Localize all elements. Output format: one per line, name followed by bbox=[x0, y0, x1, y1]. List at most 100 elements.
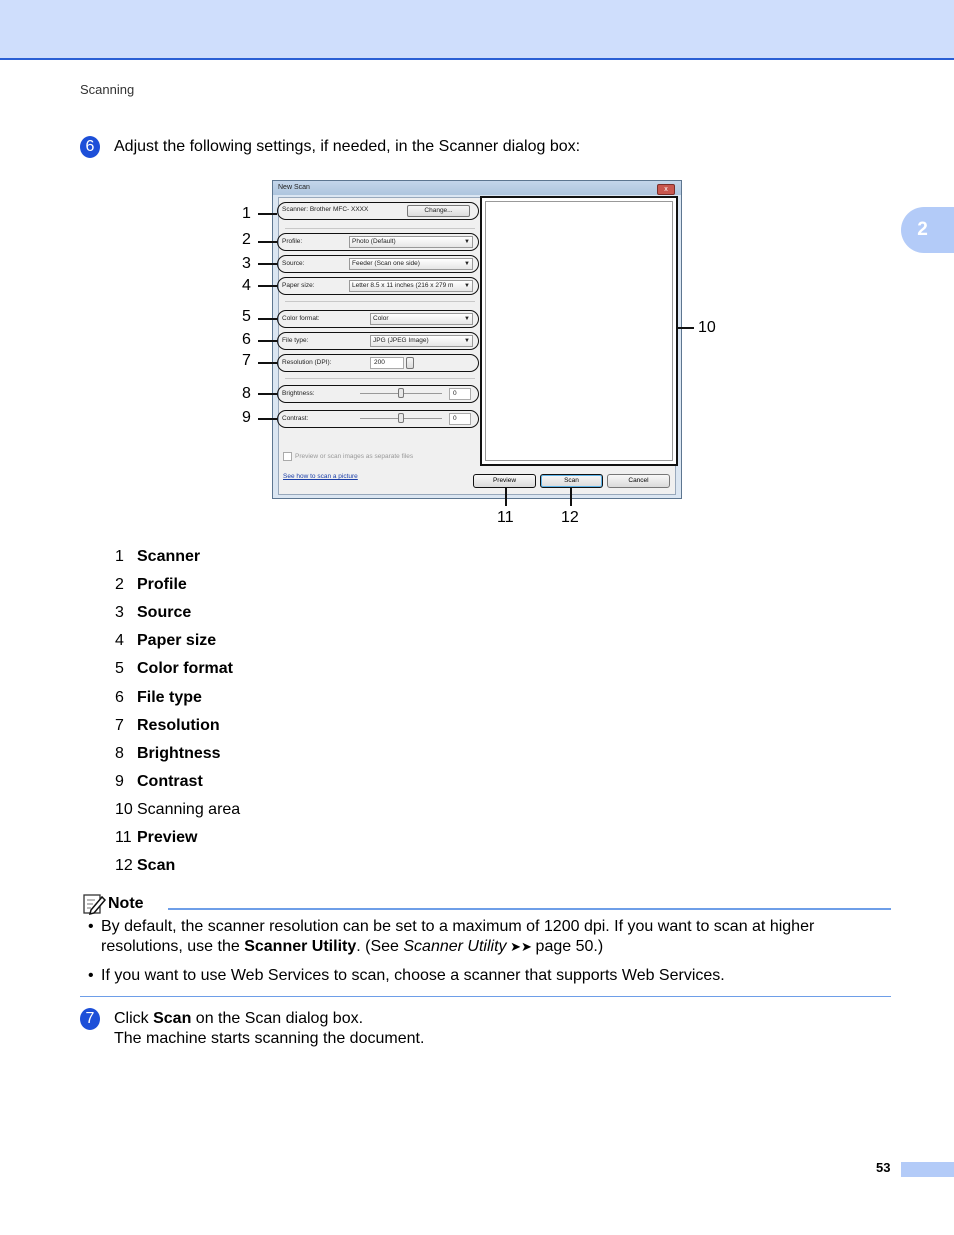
legend-item: 1 Scanner bbox=[115, 547, 200, 567]
callout-11: 11 bbox=[497, 509, 514, 526]
page-number-bar bbox=[901, 1162, 954, 1177]
header-bar bbox=[0, 0, 954, 60]
note-text: By default, the scanner resolution can b… bbox=[101, 918, 815, 935]
leader-line bbox=[258, 213, 277, 215]
legend-item: 8 Brightness bbox=[115, 744, 221, 764]
file-type-dropdown[interactable]: JPG (JPEG Image) ▼ bbox=[370, 335, 473, 347]
leader-line bbox=[258, 285, 277, 287]
contrast-slider-thumb[interactable] bbox=[398, 413, 404, 423]
color-format-value: Color bbox=[373, 315, 389, 322]
profile-label: Profile: bbox=[282, 238, 303, 245]
contrast-row: Contrast: 0 bbox=[277, 410, 479, 428]
note-bullet-2: If you want to use Web Services to scan,… bbox=[101, 967, 725, 984]
note-divider-bottom bbox=[80, 996, 891, 997]
note-header: Note bbox=[82, 892, 144, 916]
contrast-input[interactable]: 0 bbox=[449, 413, 471, 425]
step-6-text: Adjust the following settings, if needed… bbox=[114, 138, 581, 155]
legend-label: Profile bbox=[137, 576, 187, 594]
resolution-spinner[interactable] bbox=[406, 357, 414, 369]
legend-number: 1 bbox=[115, 548, 124, 565]
file-type-label: File type: bbox=[282, 337, 309, 344]
legend-item: 4 Paper size bbox=[115, 631, 216, 651]
leader-line bbox=[258, 318, 277, 320]
legend-item: 7 Resolution bbox=[115, 716, 220, 736]
legend-label: File type bbox=[137, 688, 202, 706]
paper-size-value: Letter 8.5 x 11 inches (216 x 279 m bbox=[352, 282, 454, 289]
note-text: page 50.) bbox=[535, 938, 604, 955]
profile-dropdown[interactable]: Photo (Default) ▼ bbox=[349, 236, 473, 248]
brightness-input[interactable]: 0 bbox=[449, 388, 471, 400]
bullet-glyph: • bbox=[88, 918, 94, 935]
callout-9: 9 bbox=[242, 409, 251, 426]
leader-line bbox=[258, 340, 277, 342]
legend-number: 6 bbox=[115, 688, 124, 706]
brightness-label: Brightness: bbox=[282, 390, 315, 397]
legend-item: 11 Preview bbox=[115, 828, 197, 848]
chevron-down-icon: ▼ bbox=[464, 316, 470, 322]
callout-12: 12 bbox=[561, 509, 579, 526]
chevron-down-icon: ▼ bbox=[464, 239, 470, 245]
help-link[interactable]: See how to scan a picture bbox=[283, 473, 358, 480]
scanner-row: Scanner: Brother MFC- XXXX Change... bbox=[277, 202, 479, 220]
profile-value: Photo (Default) bbox=[352, 238, 396, 245]
color-format-dropdown[interactable]: Color ▼ bbox=[370, 313, 473, 325]
legend-label: Contrast bbox=[137, 772, 203, 790]
callout-7: 7 bbox=[242, 352, 251, 369]
note-text: . (See bbox=[356, 938, 404, 955]
paper-size-label: Paper size: bbox=[282, 282, 315, 289]
source-value: Feeder (Scan one side) bbox=[352, 260, 420, 267]
note-bullet-1: By default, the scanner resolution can b… bbox=[101, 917, 891, 957]
legend-number: 7 bbox=[115, 716, 124, 734]
brightness-row: Brightness: 0 bbox=[277, 385, 479, 403]
scanning-area bbox=[480, 196, 678, 466]
scanner-utility-bold: Scanner Utility bbox=[244, 938, 357, 955]
preview-button[interactable]: Preview bbox=[473, 474, 536, 488]
divider bbox=[285, 228, 475, 229]
source-row: Source: Feeder (Scan one side) ▼ bbox=[277, 255, 479, 273]
scanning-area-inner bbox=[485, 201, 673, 461]
color-format-row: Color format: Color ▼ bbox=[277, 310, 479, 328]
change-button[interactable]: Change... bbox=[407, 205, 470, 217]
legend-label: Scanning area bbox=[137, 800, 241, 818]
legend-number: 5 bbox=[115, 660, 124, 678]
legend-number: 9 bbox=[115, 772, 124, 790]
paper-size-dropdown[interactable]: Letter 8.5 x 11 inches (216 x 279 m ▼ bbox=[349, 280, 473, 292]
chapter-tab: 2 bbox=[901, 207, 954, 253]
step-7-badge: 7 bbox=[80, 1008, 100, 1030]
brightness-slider-thumb[interactable] bbox=[398, 388, 404, 398]
chevron-down-icon: ▼ bbox=[464, 261, 470, 267]
legend-label: Preview bbox=[137, 829, 198, 846]
legend-item: 12 Scan bbox=[115, 856, 175, 876]
note-divider bbox=[168, 908, 891, 910]
leader-line bbox=[258, 362, 277, 364]
leader-line bbox=[678, 327, 694, 329]
legend-item: 10 Scanning area bbox=[115, 800, 240, 820]
resolution-input[interactable]: 200 bbox=[370, 357, 404, 369]
cancel-button[interactable]: Cancel bbox=[607, 474, 670, 488]
step-text: Click bbox=[114, 1010, 154, 1027]
source-dropdown[interactable]: Feeder (Scan one side) ▼ bbox=[349, 258, 473, 270]
callout-4: 4 bbox=[242, 277, 251, 294]
close-icon[interactable]: x bbox=[657, 184, 675, 195]
legend-item: 9 Contrast bbox=[115, 772, 203, 792]
step-7-text: Click Scan on the Scan dialog box. The m… bbox=[114, 1009, 424, 1049]
callout-5: 5 bbox=[242, 308, 251, 325]
leader-line bbox=[570, 488, 572, 506]
legend-item: 3 Source bbox=[115, 603, 191, 623]
legend-label: Resolution bbox=[137, 716, 220, 734]
scan-bold: Scan bbox=[153, 1010, 192, 1027]
profile-row: Profile: Photo (Default) ▼ bbox=[277, 233, 479, 251]
leader-line bbox=[258, 393, 277, 395]
scanner-utility-link[interactable]: Scanner Utility bbox=[403, 938, 506, 955]
legend-label: Color format bbox=[137, 660, 233, 678]
legend-number: 12 bbox=[115, 857, 133, 875]
separate-files-option[interactable]: Preview or scan images as separate files bbox=[283, 452, 413, 461]
callout-2: 2 bbox=[242, 231, 251, 248]
legend-item: 6 File type bbox=[115, 688, 202, 708]
color-format-label: Color format: bbox=[282, 315, 320, 322]
resolution-label: Resolution (DPI): bbox=[282, 359, 332, 366]
leader-line bbox=[258, 241, 277, 243]
scan-button[interactable]: Scan bbox=[540, 474, 603, 488]
checkbox[interactable] bbox=[283, 452, 292, 461]
contrast-label: Contrast: bbox=[282, 415, 309, 422]
